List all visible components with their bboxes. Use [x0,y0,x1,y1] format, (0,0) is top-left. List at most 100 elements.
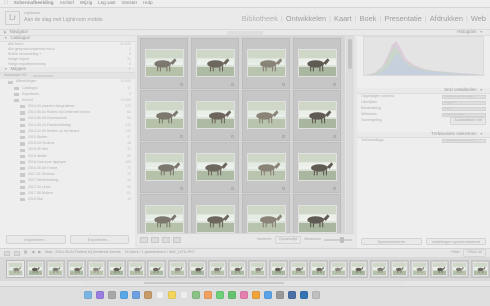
crop-ratio-select[interactable]: Origineel [442,101,486,105]
folder-item[interactable]: 2018 Stal 19 [0,197,135,203]
grid-cell[interactable] [140,38,188,89]
grid-cell[interactable] [293,142,341,193]
grid-thumbnail[interactable] [247,205,286,233]
filmstrip-thumbnail[interactable] [349,260,369,278]
sync-button[interactable]: Synchroniseren [361,238,422,245]
grid-thumbnail[interactable] [298,49,337,77]
grid-cell[interactable] [242,194,290,233]
reminders-icon[interactable] [180,291,188,299]
loupe-view-icon[interactable] [151,237,159,243]
grid-cell[interactable] [191,90,239,141]
preferences-icon[interactable] [276,291,284,299]
grid-cell[interactable] [140,90,188,141]
filmstrip-thumbnail[interactable] [268,260,288,278]
flag-icon[interactable] [231,187,234,190]
expand-triangle-icon[interactable]: ▼ [4,67,7,72]
siri-icon[interactable] [96,291,104,299]
flag-icon[interactable] [282,187,285,190]
filmstrip-thumbnail[interactable] [369,260,389,278]
filmstrip-thumbnail[interactable] [86,260,106,278]
identity-plate[interactable]: Lightroom Aan de slag met Lightroom mobi… [24,11,103,23]
filmstrip-thumbnail[interactable] [107,260,126,278]
grid-cell[interactable] [191,38,239,89]
grid-cell[interactable] [293,90,341,141]
grid-thumbnail[interactable] [298,153,337,181]
grid-thumbnail[interactable] [145,101,184,129]
menu-item-venster[interactable]: Venster [122,1,138,6]
grid-scrollbar[interactable] [346,36,354,233]
menu-item-leg-vast[interactable]: Leg vast [98,1,115,6]
safari-icon[interactable] [120,291,128,299]
menu-app-name[interactable]: Schermafbeelding [14,1,54,6]
filmstrip-thumbnail[interactable] [410,260,429,278]
flag-icon[interactable] [333,187,336,190]
filmstrip-thumbnail[interactable] [127,260,147,278]
grid-nav-icon[interactable]: ▦ [24,250,27,255]
menu-item-hulp[interactable]: Hulp [143,1,152,6]
facetime-icon[interactable] [228,291,236,299]
grid-cell[interactable] [191,194,239,233]
menu-item-archief[interactable]: Archief [60,1,74,6]
grid-thumbnail[interactable] [247,153,286,181]
photos-icon[interactable] [204,291,212,299]
grid-thumbnail[interactable] [196,153,235,181]
filmstrip-thumbnail[interactable] [389,260,409,278]
filmstrip-thumbnail[interactable] [430,260,450,278]
expand-triangle-icon[interactable]: ▼ [4,36,7,41]
filmstrip-thumbnail[interactable] [288,260,308,278]
grid-cell[interactable] [293,194,341,233]
grid-thumbnail[interactable] [196,101,235,129]
thumbnail-size-slider[interactable] [324,237,352,243]
grid-thumbnail[interactable] [298,101,337,129]
ibooks-icon[interactable] [252,291,260,299]
filmstrip-thumbnail[interactable] [329,260,349,278]
filter-select[interactable]: Filters uit [463,249,486,257]
sort-select[interactable]: Opnametijd [274,236,302,244]
expand-triangle-icon[interactable]: ▼ [480,88,483,93]
filter-bar-tab[interactable] [227,31,263,35]
import-button[interactable]: Importeren... [6,235,66,244]
flag-icon[interactable] [231,135,234,138]
filmstrip-thumbnail[interactable] [470,260,490,278]
sync-settings-button[interactable]: Instellingen synchroniseren [425,238,486,245]
module-presentatie[interactable]: Presentatie [384,15,421,23]
flag-icon[interactable] [180,83,183,86]
filmstrip-thumbnail[interactable] [187,260,207,278]
add-folder-icon[interactable]: + [128,67,131,72]
trash-icon[interactable] [312,291,320,299]
filmstrip-source[interactable]: Map : 2014-05-04 Ruiters bij Dertiende k… [45,250,120,255]
flag-icon[interactable] [282,135,285,138]
grid-cell[interactable] [191,142,239,193]
saved-preset-select[interactable]: Standaardinstellingen [442,95,486,99]
mail-icon[interactable] [132,291,140,299]
expand-triangle-icon[interactable]: ▼ [480,30,483,35]
contacts-icon[interactable] [144,291,152,299]
grid-cell[interactable] [140,142,188,193]
survey-view-icon[interactable] [173,237,181,243]
grid-cell[interactable] [293,38,341,89]
filmstrip-thumbnail[interactable] [26,260,46,278]
grid-cell[interactable] [242,142,290,193]
grid-thumbnail[interactable] [145,49,184,77]
filmstrip-thumbnail[interactable] [46,260,66,278]
grid-view-icon[interactable] [140,237,148,243]
photoshop-icon[interactable] [300,291,308,299]
grid-thumbnail[interactable] [145,153,184,181]
compare-view-icon[interactable] [162,237,170,243]
filmstrip-thumbnail[interactable] [248,260,268,278]
calendar-icon[interactable] [156,291,164,299]
itunes-icon[interactable] [240,291,248,299]
back-arrow-icon[interactable]: ◀ [31,250,34,255]
filmstrip-thumbnail[interactable] [147,260,167,278]
module-kaart[interactable]: Kaart [334,15,352,23]
apple-icon[interactable]:  [4,1,8,6]
auto-tone-button[interactable]: Automatische tint [450,117,486,125]
grid-thumbnail[interactable] [196,49,235,77]
keyword-tags-field[interactable]: Trefwoorden invoeren [442,139,486,143]
filmstrip-thumbnail[interactable] [228,260,248,278]
module-afdrukken[interactable]: Afdrukken [430,15,463,23]
slider-knob[interactable] [340,237,344,243]
lightroom-icon[interactable] [288,291,296,299]
grid-cell[interactable] [242,38,290,89]
filmstrip-scrollbar[interactable] [84,281,404,285]
